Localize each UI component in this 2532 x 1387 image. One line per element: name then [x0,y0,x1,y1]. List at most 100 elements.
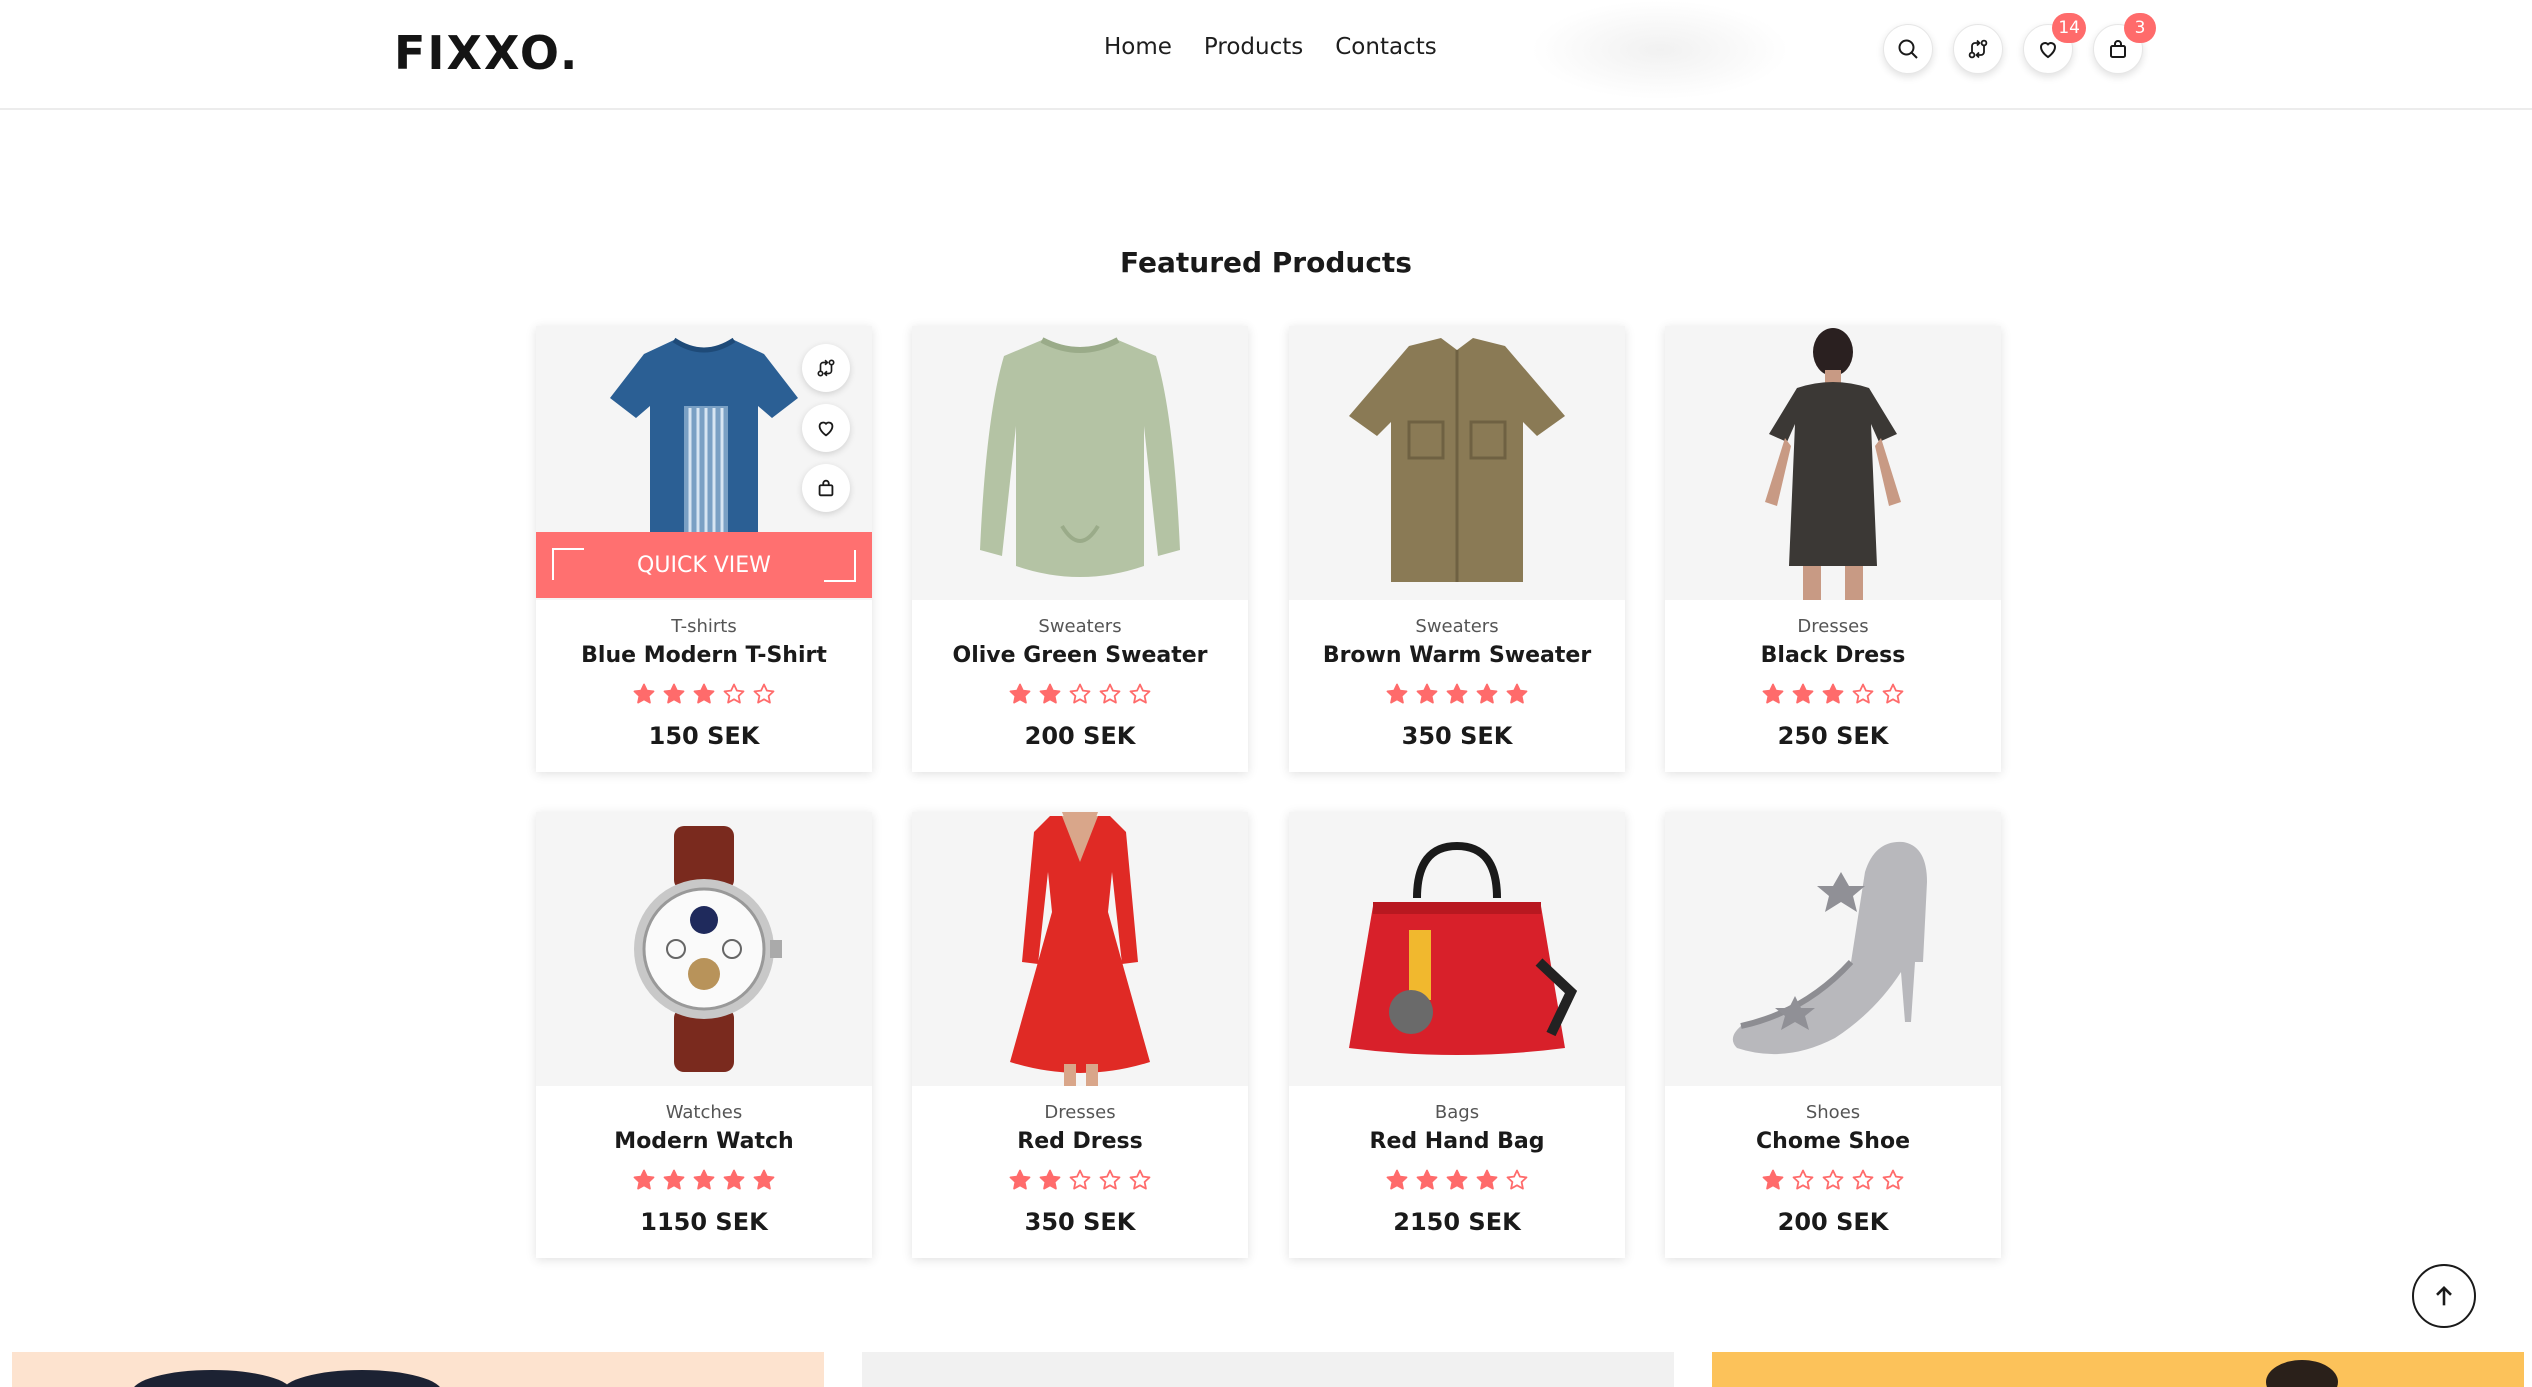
star-filled-icon [1476,683,1498,704]
product-info: Sweaters Olive Green Sweater 200 SEK [912,600,1248,772]
product-category: Sweaters [1038,616,1122,637]
star-empty-icon [1852,683,1874,704]
product-card[interactable]: Shoes Chome Shoe 200 SEK [1665,812,2001,1258]
star-filled-icon [1039,683,1061,704]
bag-icon [818,479,834,497]
product-image[interactable]: QUICK VIEW [536,326,872,600]
header-decoration [1530,0,1790,100]
product-card[interactable]: Dresses Red Dress 350 SEK [912,812,1248,1258]
compare-button[interactable] [1953,24,2003,74]
star-empty-icon [1129,1169,1151,1190]
star-filled-icon [1386,1169,1408,1190]
product-name[interactable]: Olive Green Sweater [912,643,1248,668]
banner-image [2266,1360,2338,1387]
wishlist-count-badge: 14 [2052,13,2086,43]
banner-image [134,1370,440,1387]
product-info: Bags Red Hand Bag 2150 SEK [1289,1086,1625,1258]
product-card[interactable]: Watches Modern Watch 1150 SEK [536,812,872,1258]
star-filled-icon [1446,1169,1468,1190]
product-image[interactable] [912,326,1248,600]
rating-stars [912,1168,1248,1194]
product-name[interactable]: Chome Shoe [1665,1129,2001,1154]
star-filled-icon [663,1169,685,1190]
nav-products[interactable]: Products [1204,34,1303,60]
product-info: Shoes Chome Shoe 200 SEK [1665,1086,2001,1258]
star-filled-icon [1416,683,1438,704]
nav-home[interactable]: Home [1104,34,1172,60]
watch-image [634,826,782,1072]
product-card[interactable]: Bags Red Hand Bag 2150 SEK [1289,812,1625,1258]
rating-stars [1665,682,2001,708]
arrow-up-icon [2436,1286,2452,1306]
promo-banner[interactable] [862,1352,1674,1387]
shoe-image [1732,841,1927,1055]
promo-banner[interactable] [1712,1352,2524,1387]
scroll-to-top-button[interactable] [2412,1264,2476,1328]
product-name[interactable]: Red Hand Bag [1289,1129,1625,1154]
product-info: T-shirts Blue Modern T-Shirt 150 SEK [536,600,872,772]
star-filled-icon [753,1169,775,1190]
add-to-cart-button[interactable] [802,464,850,512]
star-filled-icon [1386,683,1408,704]
wishlist-button[interactable] [802,404,850,452]
product-name[interactable]: Brown Warm Sweater [1289,643,1625,668]
star-empty-icon [1882,683,1904,704]
product-price: 250 SEK [1777,722,1889,750]
dress-image [1010,812,1150,1086]
corner-decoration [824,550,856,582]
section-title: Featured Products [1120,246,1412,279]
star-filled-icon [1762,1169,1784,1190]
star-filled-icon [633,1169,655,1190]
search-icon [1898,39,1918,59]
product-name[interactable]: Blue Modern T-Shirt [536,643,872,668]
star-filled-icon [1476,1169,1498,1190]
star-empty-icon [1069,683,1091,704]
compare-button[interactable] [802,344,850,392]
page: FIXXO. Home Products Contacts 14 3 Featu… [0,0,2532,1387]
product-price: 2150 SEK [1393,1208,1521,1236]
star-filled-icon [1446,683,1468,704]
star-empty-icon [723,683,745,704]
star-empty-icon [1792,1169,1814,1190]
product-card[interactable]: Sweaters Brown Warm Sweater 350 SEK [1289,326,1625,772]
star-filled-icon [663,683,685,704]
star-empty-icon [753,683,775,704]
quick-view-button[interactable]: QUICK VIEW [536,532,872,598]
product-card[interactable]: Dresses Black Dress 250 SEK [1665,326,2001,772]
product-category: Watches [665,1102,743,1123]
star-filled-icon [633,683,655,704]
product-name[interactable]: Modern Watch [536,1129,872,1154]
search-button[interactable] [1883,24,1933,74]
cart-count-badge: 3 [2124,13,2156,43]
star-empty-icon [1099,1169,1121,1190]
star-filled-icon [1822,683,1844,704]
product-image[interactable] [1289,812,1625,1086]
nav-contacts[interactable]: Contacts [1335,34,1436,60]
dress-image [1765,328,1901,600]
rating-stars [1289,682,1625,708]
product-info: Watches Modern Watch 1150 SEK [536,1086,872,1258]
star-empty-icon [1822,1169,1844,1190]
product-name[interactable]: Red Dress [912,1129,1248,1154]
product-image[interactable] [1665,326,2001,600]
main-nav: Home Products Contacts [1104,34,1437,60]
product-image[interactable] [536,812,872,1086]
wishlist-button[interactable]: 14 [2023,13,2086,74]
product-category: Bags [1434,1102,1480,1123]
promo-banner[interactable] [12,1352,824,1387]
cart-button[interactable]: 3 [2093,13,2156,74]
sweater-image [980,337,1180,577]
product-price: 350 SEK [1024,1208,1136,1236]
product-info: Dresses Black Dress 250 SEK [1665,600,2001,772]
logo[interactable]: FIXXO. [394,26,579,80]
heart-icon [818,421,834,437]
product-card[interactable]: QUICK VIEW T-shirts Blue Modern T-Shirt … [536,326,872,772]
product-card[interactable]: Sweaters Olive Green Sweater 200 SEK [912,326,1248,772]
product-name[interactable]: Black Dress [1665,643,2001,668]
product-image[interactable] [1289,326,1625,600]
handbag-image [1349,841,1578,1055]
product-image[interactable] [912,812,1248,1086]
product-image[interactable] [1665,812,2001,1086]
star-filled-icon [693,683,715,704]
star-empty-icon [1069,1169,1091,1190]
